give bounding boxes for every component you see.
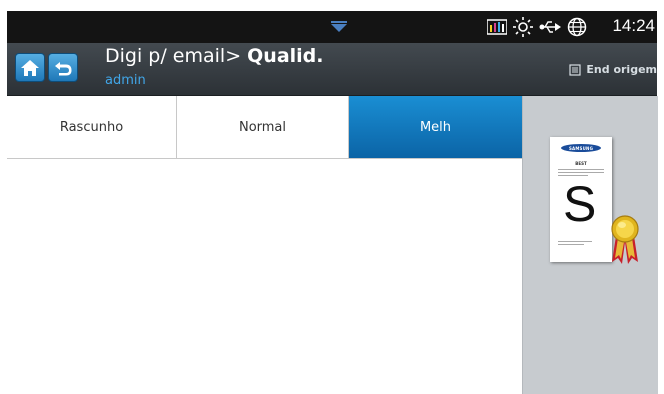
globe-icon <box>567 17 587 37</box>
title-current: Qualid. <box>247 45 324 67</box>
document-preview: SAMSUNG BEST S <box>550 137 612 262</box>
doc-letter: S <box>563 176 597 232</box>
back-button[interactable] <box>48 53 78 82</box>
page-title: Digi p/ email> Qualid. <box>105 45 324 67</box>
status-bar: 14:24 <box>7 11 657 43</box>
tab-melh[interactable]: Melh <box>349 96 522 158</box>
status-icons <box>487 15 587 39</box>
doc-text-line <box>558 244 584 245</box>
user-label: admin <box>105 73 146 88</box>
end-origem-button[interactable]: End origem <box>569 63 657 76</box>
usb-icon <box>539 21 561 33</box>
quality-options-panel: Rascunho Normal Melh <box>7 96 522 394</box>
toner-levels-icon <box>487 19 507 35</box>
quality-tabs: Rascunho Normal Melh <box>7 96 522 159</box>
doc-text-line <box>558 172 604 173</box>
tab-rascunho[interactable]: Rascunho <box>7 96 177 158</box>
back-arrow-icon <box>55 61 72 75</box>
doc-text-line <box>558 241 592 242</box>
home-icon <box>21 59 39 76</box>
tab-normal[interactable]: Normal <box>177 96 349 158</box>
brightness-icon <box>513 17 533 37</box>
breadcrumb: Digi p/ email> <box>105 45 248 67</box>
doc-heading: BEST <box>575 161 587 166</box>
title-bar: Digi p/ email> Qualid. admin End origem <box>7 43 657 96</box>
status-time: 14:24 <box>612 16 655 35</box>
address-book-icon <box>569 63 581 76</box>
end-origem-label: End origem <box>586 63 657 76</box>
screen: 14:24 Digi p/ email> Qualid. admin End o… <box>0 0 664 394</box>
best-quality-medal-icon <box>611 215 639 264</box>
preview-panel: SAMSUNG BEST S <box>522 96 658 394</box>
samsung-logo: SAMSUNG <box>561 144 601 152</box>
doc-text-line <box>558 169 604 170</box>
home-button[interactable] <box>15 53 45 82</box>
notification-drawer-icon[interactable] <box>329 20 349 36</box>
